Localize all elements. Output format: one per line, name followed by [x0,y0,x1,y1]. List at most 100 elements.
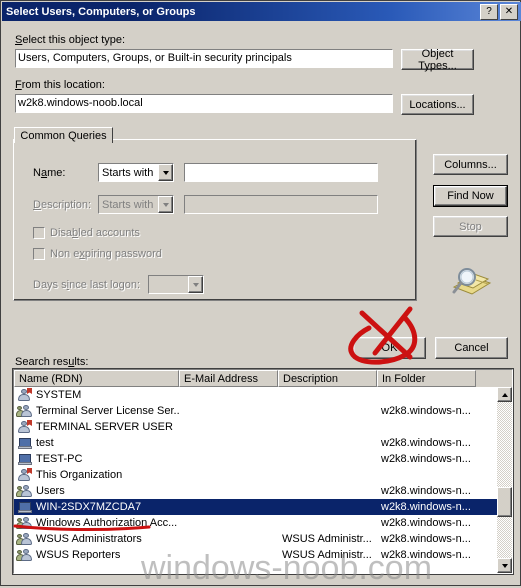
cell-description: WSUS Administr... [278,533,377,545]
cell-name: test [14,436,179,450]
table-row[interactable]: testw2k8.windows-n... [14,435,497,451]
cell-name-text: This Organization [36,469,122,481]
builtin-principal-icon [17,420,33,434]
object-type-field[interactable]: Users, Computers, Groups, or Built-in se… [15,49,393,68]
magnifier-icon [448,263,494,303]
column-header-2[interactable]: Description [278,370,377,387]
cell-name-text: SYSTEM [36,389,81,401]
table-row[interactable]: WSUS AdministratorsWSUS Administr...w2k8… [14,531,497,547]
find-now-button-label: Find Now [434,186,507,206]
title-bar[interactable]: Select Users, Computers, or Groups ? ✕ [2,2,521,21]
table-row[interactable]: Users w2k8.windows-n... [14,483,497,499]
chevron-down-icon[interactable] [158,164,173,181]
scroll-down-icon[interactable] [497,558,512,573]
disabled-accounts-checkbox [33,227,45,239]
description-condition-select: Starts with [98,195,174,214]
group-icon [17,404,33,418]
name-input[interactable] [184,163,378,182]
select-users-dialog: Select Users, Computers, or Groups ? ✕ S… [0,0,521,586]
name-condition-select[interactable]: Starts with [98,163,174,182]
table-row[interactable]: This Organization [14,467,497,483]
description-label: Description: [33,199,91,211]
stop-button: Stop [433,216,508,237]
table-row[interactable]: TERMINAL SERVER USER [14,419,497,435]
days-since-logon-select [148,275,204,294]
cell-name-text: Windows Authorization Acc... [36,517,177,529]
title-bar-buttons: ? ✕ [480,4,518,20]
cell-folder: w2k8.windows-n... [377,453,476,465]
location-label: From this location: [15,79,105,91]
cell-name: Windows Authorization Acc... [14,516,179,530]
cell-name-text: Users [36,485,65,497]
column-header-0[interactable]: Name (RDN) [14,370,179,387]
name-label: Name: [33,167,65,179]
cell-name-text: Terminal Server License Ser... [36,405,179,417]
group-icon [17,532,33,546]
location-field[interactable]: w2k8.windows-noob.local [15,94,393,113]
help-icon[interactable]: ? [480,4,498,20]
cell-name-text: TEST-PC [36,453,82,465]
locations-button[interactable]: Locations... [401,94,474,115]
scrollbar-thumb[interactable] [497,487,512,517]
columns-button-label: Columns... [444,159,497,171]
description-condition-value: Starts with [99,199,158,211]
object-type-label-text: elect this object type: [22,34,125,46]
table-row[interactable]: TEST-PC w2k8.windows-n... [14,451,497,467]
cell-name: WSUS Administrators [14,532,179,546]
cell-name: Users [14,484,179,498]
group-icon [17,548,33,562]
cell-name: SYSTEM [14,388,179,402]
cell-name: WIN-2SDX7MZCDA7 [14,500,179,514]
computer-icon [17,500,33,514]
ok-button[interactable]: OK [353,337,426,359]
column-header-1[interactable]: E-Mail Address [179,370,278,387]
cell-name-text: WIN-2SDX7MZCDA7 [36,501,141,513]
computer-icon [17,436,33,450]
search-results-label: Search results: [15,356,88,368]
locations-button-label: Locations... [409,99,465,111]
non-expiring-password-label: Non expiring password [50,248,162,260]
scroll-up-icon[interactable] [497,387,512,402]
computer-icon [17,452,33,466]
columns-button[interactable]: Columns... [433,154,508,175]
tab-common-queries[interactable]: Common Queries [14,127,113,143]
description-input [184,195,378,214]
chevron-down-icon [188,276,203,293]
cell-name-text: test [36,437,54,449]
table-row[interactable]: SYSTEM [14,387,497,403]
disabled-accounts-label: Disabled accounts [50,227,140,239]
cell-name-text: WSUS Administrators [36,533,142,545]
cell-folder: w2k8.windows-n... [377,405,476,417]
group-icon [17,484,33,498]
group-icon [17,516,33,530]
close-icon[interactable]: ✕ [500,4,518,20]
watermark: windows-noob.com [141,549,432,588]
non-expiring-password-checkbox [33,248,45,260]
cell-name: TEST-PC [14,452,179,466]
builtin-principal-icon [17,468,33,482]
window-title: Select Users, Computers, or Groups [6,6,196,18]
results-rows[interactable]: SYSTEM Terminal Server License Ser... w2k8… [14,387,497,573]
days-since-logon-label: Days since last logon: [33,279,140,291]
find-now-button[interactable]: Find Now [433,185,508,207]
ok-button-label: OK [382,342,398,354]
cell-folder: w2k8.windows-n... [377,485,476,497]
cell-name: This Organization [14,468,179,482]
cell-name-text: TERMINAL SERVER USER [36,421,173,433]
cell-folder: w2k8.windows-n... [377,517,476,529]
table-row[interactable]: WIN-2SDX7MZCDA7 w2k8.windows-n... [14,499,497,515]
cell-folder: w2k8.windows-n... [377,501,476,513]
stop-button-label: Stop [459,221,482,233]
cancel-button[interactable]: Cancel [435,337,508,359]
object-types-button[interactable]: Object Types... [401,49,474,70]
results-header-row: Name (RDN)E-Mail AddressDescriptionIn Fo… [14,370,512,387]
table-row[interactable]: Windows Authorization Acc... w2k8.windows… [14,515,497,531]
builtin-principal-icon [17,388,33,402]
cell-name-text: WSUS Reporters [36,549,120,561]
cancel-button-label: Cancel [454,342,488,354]
table-row[interactable]: Terminal Server License Ser... w2k8.windo… [14,403,497,419]
vertical-scrollbar[interactable] [497,387,512,573]
search-results-list[interactable]: Name (RDN)E-Mail AddressDescriptionIn Fo… [13,369,513,574]
tab-common-queries-label: Common Queries [20,130,106,142]
column-header-3[interactable]: In Folder [377,370,476,387]
